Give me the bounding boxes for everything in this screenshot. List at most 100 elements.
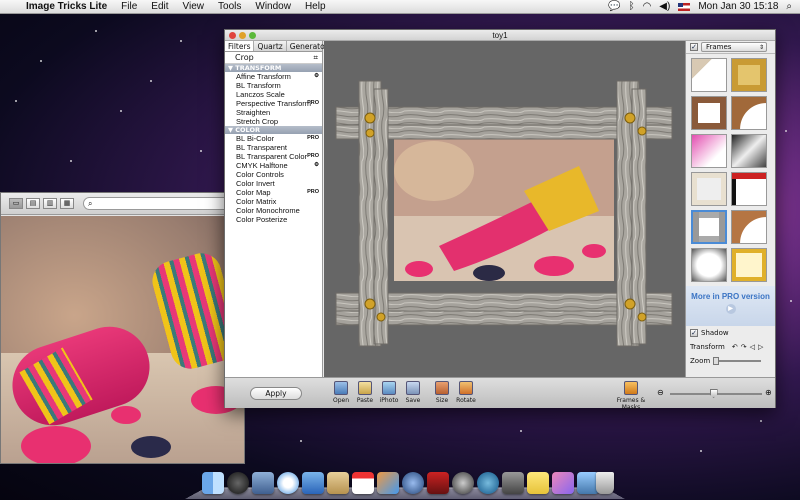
frame-thumb-2[interactable] <box>731 58 767 92</box>
menu-help[interactable]: Help <box>305 1 326 12</box>
category-color[interactable]: ▼ COLOR <box>225 126 322 134</box>
background-search-field[interactable]: ⌕ <box>83 197 233 210</box>
system-preferences-icon[interactable] <box>502 472 524 494</box>
transform-filter-item[interactable]: Lanczos Scale <box>225 90 322 99</box>
iphoto-button[interactable]: iPhoto <box>377 381 401 404</box>
facetime-icon[interactable] <box>302 472 324 494</box>
pro-badge: PRO <box>307 189 319 195</box>
volume-icon[interactable]: ◀) <box>659 1 670 12</box>
zoom-button[interactable] <box>249 32 256 39</box>
frame-thumb-7[interactable] <box>691 172 727 206</box>
frame-thumb-3[interactable] <box>691 96 727 130</box>
close-button[interactable] <box>229 32 236 39</box>
view-list-mode-icon[interactable]: ▤ <box>26 198 40 209</box>
app-store-icon[interactable] <box>477 472 499 494</box>
open-button[interactable]: Open <box>329 381 353 404</box>
time-machine-icon[interactable] <box>452 472 474 494</box>
chat-icon[interactable]: 💬 <box>608 1 620 12</box>
frames-dropdown[interactable]: Frames <box>701 42 767 52</box>
menu-edit[interactable]: Edit <box>151 1 168 12</box>
photo-app-icon[interactable] <box>427 472 449 494</box>
zoom-slider[interactable] <box>713 357 762 365</box>
crop-item[interactable]: Crop ⌗ <box>225 52 322 64</box>
view-flow-mode-icon[interactable]: ▦ <box>60 198 74 209</box>
color-filter-item[interactable]: BL Transparent <box>225 143 322 152</box>
frame-thumb-8[interactable] <box>731 172 767 206</box>
color-filter-item[interactable]: BL Transparent Color PRO <box>225 152 322 161</box>
rotate-left-icon[interactable]: ↶ <box>732 343 738 351</box>
trash-icon[interactable] <box>596 472 614 494</box>
wifi-icon[interactable]: ◠ <box>643 1 652 12</box>
app-menu[interactable]: Image Tricks Lite <box>26 1 107 12</box>
zoom-out-icon[interactable]: ⊖ <box>657 388 664 397</box>
color-filter-item[interactable]: Color Map PRO <box>225 188 322 197</box>
frames-checkbox[interactable]: ✓ <box>690 43 698 51</box>
input-flag-icon[interactable] <box>678 2 691 11</box>
color-filter-item[interactable]: CMYK Halftone ⚙ <box>225 161 322 170</box>
frames-masks-button[interactable]: Frames & Masks <box>607 381 655 411</box>
color-filter-item[interactable]: Color Matrix <box>225 197 322 206</box>
dashboard-icon[interactable] <box>227 472 249 494</box>
iphoto-icon <box>382 381 396 395</box>
menu-file[interactable]: File <box>121 1 137 12</box>
color-filter-item[interactable]: Color Invert <box>225 179 322 188</box>
menu-view[interactable]: View <box>183 1 205 12</box>
frame-thumb-4[interactable] <box>731 96 767 130</box>
apply-button[interactable]: Apply <box>250 387 302 400</box>
frame-thumb-5[interactable] <box>691 134 727 168</box>
view-column-mode-icon[interactable]: ▥ <box>43 198 57 209</box>
view-icon-mode-icon[interactable]: ▭ <box>9 198 23 209</box>
frame-thumb-9-selected[interactable] <box>691 210 727 244</box>
menu-tools[interactable]: Tools <box>218 1 241 12</box>
transform-filter-item[interactable]: Perspective Transform PRO <box>225 99 322 108</box>
crop-icon: ⌗ <box>313 53 318 62</box>
shadow-option: ✓ Shadow <box>686 326 775 340</box>
tab-filters[interactable]: Filters <box>225 41 255 51</box>
transform-filter-item[interactable]: Straighten <box>225 108 322 117</box>
finder-icon[interactable] <box>202 472 224 494</box>
flip-horizontal-icon[interactable]: ◁ <box>750 343 755 351</box>
zoom-in-icon[interactable]: ⊕ <box>765 388 772 397</box>
image-tricks-icon[interactable] <box>552 472 574 494</box>
spotlight-icon[interactable]: ⌕ <box>786 1 792 12</box>
rotate-button[interactable]: Rotate <box>454 381 478 404</box>
play-icon[interactable]: ▶ <box>725 304 736 314</box>
rotate-right-icon[interactable]: ↷ <box>741 343 747 351</box>
transform-filter-item[interactable]: Affine Transform ⚙ <box>225 72 322 81</box>
frame-thumb-1[interactable] <box>691 58 727 92</box>
color-filter-item[interactable]: Color Posterize <box>225 215 322 224</box>
shadow-label: Shadow <box>701 329 729 337</box>
clock[interactable]: Mon Jan 30 15:18 <box>698 1 778 12</box>
frame-thumb-12[interactable] <box>731 248 767 282</box>
bluetooth-icon[interactable]: ᛒ <box>629 1 635 12</box>
itunes-icon[interactable] <box>402 472 424 494</box>
frame-thumb-11[interactable] <box>691 248 727 282</box>
frame-thumb-10[interactable] <box>731 210 767 244</box>
color-filter-item[interactable]: BL Bi-Color PRO <box>225 134 322 143</box>
calendar-icon[interactable] <box>352 472 374 494</box>
zoom-slider-knob[interactable] <box>709 389 718 398</box>
size-button[interactable]: Size <box>430 381 454 404</box>
category-transform[interactable]: ▼ TRANSFORM <box>225 64 322 72</box>
shadow-checkbox[interactable]: ✓ <box>690 329 698 337</box>
save-button[interactable]: Save <box>401 381 425 404</box>
image-canvas[interactable] <box>324 41 685 377</box>
transform-filter-item[interactable]: BL Transform <box>225 81 322 90</box>
safari-icon[interactable] <box>277 472 299 494</box>
color-filter-item[interactable]: Color Controls <box>225 170 322 179</box>
contacts-icon[interactable] <box>327 472 349 494</box>
pro-version-promo[interactable]: More in PRO version ▶ <box>686 286 775 326</box>
notes-icon[interactable] <box>527 472 549 494</box>
transform-filter-item[interactable]: Stretch Crop <box>225 117 322 126</box>
size-icon <box>435 381 449 395</box>
tab-quartz[interactable]: Quartz <box>254 41 287 51</box>
mission-control-icon[interactable] <box>252 472 274 494</box>
flip-vertical-icon[interactable]: ▷ <box>758 343 763 351</box>
paste-button[interactable]: Paste <box>353 381 377 404</box>
menu-window[interactable]: Window <box>255 1 291 12</box>
minimize-button[interactable] <box>239 32 246 39</box>
canvas-zoom-slider[interactable] <box>670 389 762 398</box>
photo-booth-icon[interactable] <box>377 472 399 494</box>
color-filter-item[interactable]: Color Monochrome <box>225 206 322 215</box>
frame-thumb-6[interactable] <box>731 134 767 168</box>
